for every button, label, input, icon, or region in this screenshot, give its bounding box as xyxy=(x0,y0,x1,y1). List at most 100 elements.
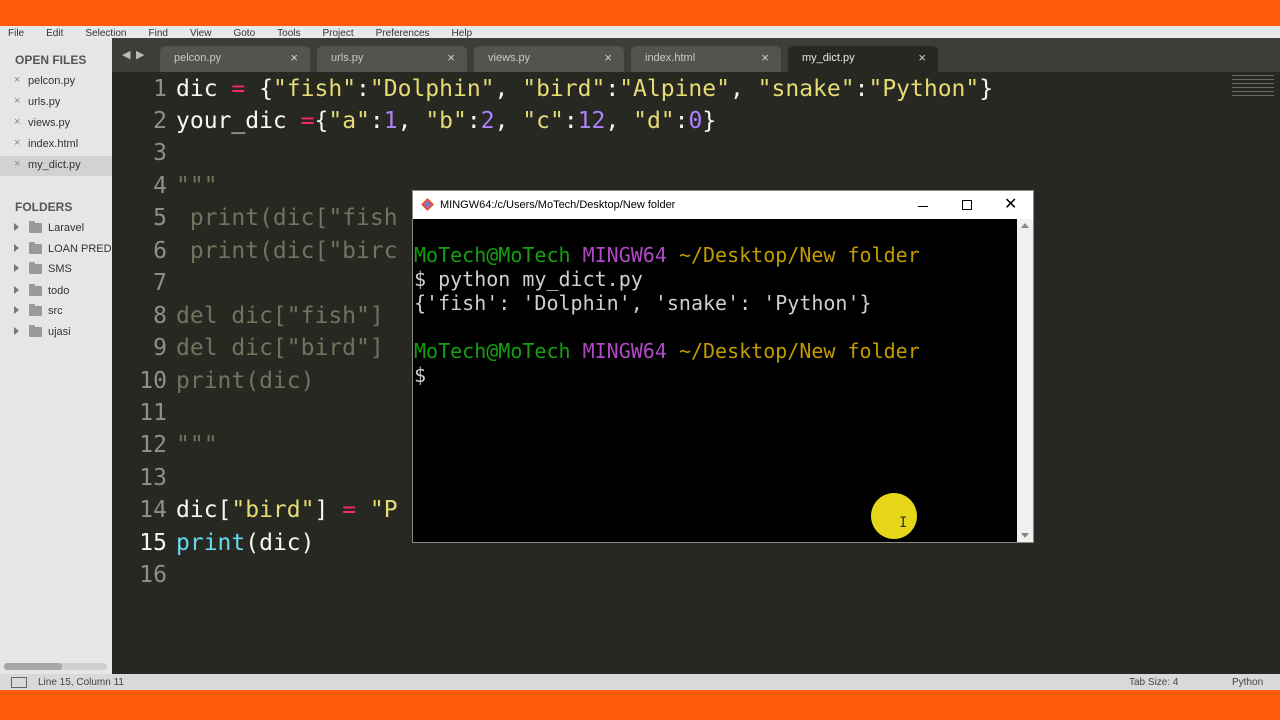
folder-icon xyxy=(29,262,42,274)
close-button[interactable]: ✕ xyxy=(989,193,1033,217)
scroll-down-icon[interactable] xyxy=(1021,533,1029,538)
menu-help[interactable]: Help xyxy=(452,28,473,38)
code-token: """ xyxy=(176,432,218,458)
menu-project[interactable]: Project xyxy=(323,28,354,38)
folder-src[interactable]: src xyxy=(0,302,112,322)
line-number: 8 xyxy=(153,303,167,329)
code-token: "fish" xyxy=(272,76,357,102)
menu-edit[interactable]: Edit xyxy=(46,28,63,38)
expand-arrow-icon[interactable] xyxy=(14,306,19,314)
terminal-window[interactable]: MINGW64:/c/Users/MoTech/Desktop/New fold… xyxy=(412,190,1034,543)
menu-file[interactable]: File xyxy=(8,28,24,38)
expand-arrow-icon[interactable] xyxy=(14,286,19,294)
menu-tools[interactable]: Tools xyxy=(277,28,300,38)
code-token: 0 xyxy=(688,108,703,134)
tab-close-icon[interactable]: × xyxy=(604,50,612,65)
scroll-up-icon[interactable] xyxy=(1021,223,1029,228)
close-icon[interactable]: × xyxy=(14,158,20,170)
code-line-12[interactable]: """ xyxy=(176,432,218,458)
expand-arrow-icon[interactable] xyxy=(14,244,19,252)
code-token: } xyxy=(702,108,717,134)
folder-todo[interactable]: todo xyxy=(0,282,112,302)
minimap[interactable] xyxy=(1232,72,1274,108)
open-file-index[interactable]: × index.html xyxy=(0,135,112,155)
line-number: 5 xyxy=(153,205,167,231)
ibeam-cursor-icon: I xyxy=(899,515,908,531)
panel-toggle-icon[interactable] xyxy=(11,677,27,688)
tab-size-selector[interactable]: Tab Size: 4 xyxy=(1129,677,1178,688)
code-token: : xyxy=(563,108,578,134)
folder-label: LOAN PREDI xyxy=(48,243,112,255)
close-icon: ✕ xyxy=(1004,196,1018,213)
menu-selection[interactable]: Selection xyxy=(85,28,126,38)
tab-pelcon[interactable]: pelcon.py × xyxy=(160,46,310,72)
code-line-1[interactable]: dic = {"fish":"Dolphin", "bird":"Alpine"… xyxy=(176,76,993,102)
tab-close-icon[interactable]: × xyxy=(761,50,769,65)
expand-arrow-icon[interactable] xyxy=(14,264,19,272)
open-file-urls[interactable]: × urls.py xyxy=(0,93,112,113)
code-token: 1 xyxy=(383,108,398,134)
menu-goto[interactable]: Goto xyxy=(233,28,255,38)
tab-my-dict[interactable]: my_dict.py × xyxy=(788,46,938,72)
open-file-pelcon[interactable]: × pelcon.py xyxy=(0,72,112,92)
maximize-button[interactable] xyxy=(945,193,989,217)
tab-urls[interactable]: urls.py × xyxy=(317,46,467,72)
close-icon[interactable]: × xyxy=(14,116,20,128)
code-token: del dic["bird"] xyxy=(176,335,384,361)
syntax-selector[interactable]: Python xyxy=(1232,677,1263,688)
line-number: 6 xyxy=(153,238,167,264)
tab-nav-right-icon[interactable]: ▶ xyxy=(136,48,144,61)
open-file-label: my_dict.py xyxy=(28,159,81,171)
folder-laravel[interactable]: Laravel xyxy=(0,219,112,239)
menu-find[interactable]: Find xyxy=(149,28,168,38)
expand-arrow-icon[interactable] xyxy=(14,327,19,335)
code-token: : xyxy=(854,76,869,102)
menu-view[interactable]: View xyxy=(190,28,212,38)
code-token: "c" xyxy=(522,108,564,134)
mouse-cursor-highlight xyxy=(871,493,917,539)
code-line-10[interactable]: print(dic) xyxy=(176,368,314,394)
video-frame-bottom xyxy=(0,690,1280,720)
terminal-output[interactable]: MoTech@MoTech MINGW64 ~/Desktop/New fold… xyxy=(413,219,1017,542)
tab-nav-left-icon[interactable]: ◀ xyxy=(122,48,130,61)
line-number: 4 xyxy=(153,173,167,199)
code-line-4[interactable]: """ xyxy=(176,173,218,199)
terminal-scrollbar[interactable] xyxy=(1017,219,1033,542)
tab-close-icon[interactable]: × xyxy=(447,50,455,65)
tab-close-icon[interactable]: × xyxy=(290,50,298,65)
code-line-14[interactable]: dic["bird"] = "P xyxy=(176,497,398,523)
folder-sms[interactable]: SMS xyxy=(0,260,112,280)
scrollbar-thumb[interactable] xyxy=(4,663,62,670)
folder-icon xyxy=(29,221,42,233)
code-token: your_dic xyxy=(176,108,301,134)
code-line-15[interactable]: print(dic) xyxy=(176,530,315,556)
code-line-2[interactable]: your_dic ={"a":1, "b":2, "c":12, "d":0} xyxy=(176,108,716,134)
sidebar-scrollbar[interactable] xyxy=(4,663,107,670)
close-icon[interactable]: × xyxy=(14,74,20,86)
folder-ujasi[interactable]: ujasi xyxy=(0,323,112,343)
minimize-button[interactable] xyxy=(901,193,945,217)
menu-preferences[interactable]: Preferences xyxy=(376,28,430,38)
close-icon[interactable]: × xyxy=(14,95,20,107)
code-token: "a" xyxy=(328,108,370,134)
tab-index[interactable]: index.html × xyxy=(631,46,781,72)
tab-views[interactable]: views.py × xyxy=(474,46,624,72)
tab-label: views.py xyxy=(488,52,531,64)
code-line-8[interactable]: del dic["fish"] xyxy=(176,303,384,329)
code-line-5[interactable]: print(dic["fish xyxy=(176,205,398,231)
git-bash-icon xyxy=(421,198,434,211)
expand-arrow-icon[interactable] xyxy=(14,223,19,231)
tab-close-icon[interactable]: × xyxy=(918,50,926,65)
code-token: """ xyxy=(176,173,218,199)
open-file-my-dict[interactable]: × my_dict.py xyxy=(0,156,112,176)
open-file-views[interactable]: × views.py xyxy=(0,114,112,134)
line-number: 3 xyxy=(153,140,167,166)
folder-loan-predi[interactable]: LOAN PREDI xyxy=(0,240,112,260)
prompt-env: MINGW64 xyxy=(582,339,667,363)
code-line-6[interactable]: print(dic["birc xyxy=(176,238,398,264)
terminal-titlebar[interactable]: MINGW64:/c/Users/MoTech/Desktop/New fold… xyxy=(413,191,1033,219)
line-number: 9 xyxy=(153,335,167,361)
code-line-9[interactable]: del dic["bird"] xyxy=(176,335,384,361)
code-token: 12 xyxy=(577,108,606,134)
close-icon[interactable]: × xyxy=(14,137,20,149)
